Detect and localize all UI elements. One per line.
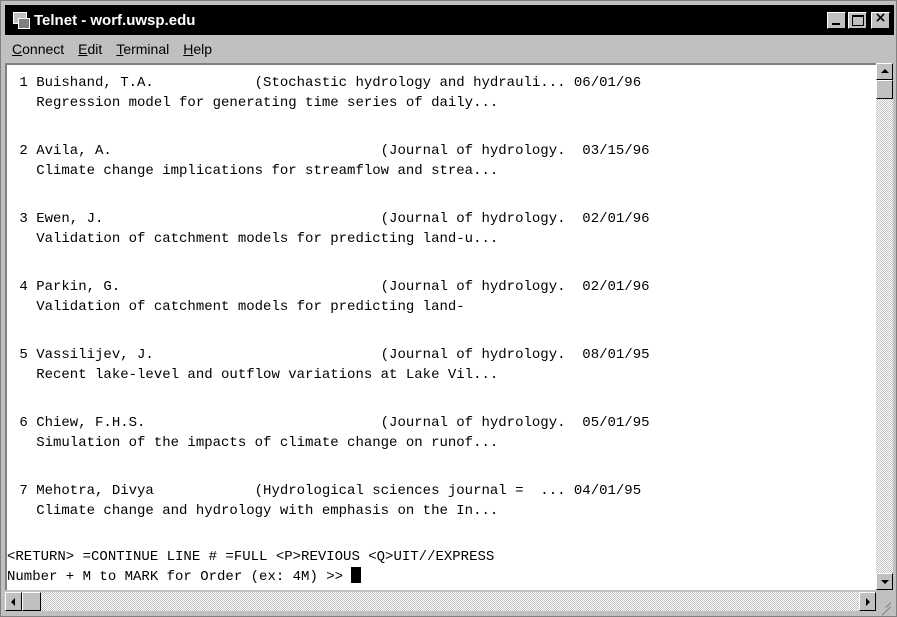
text-cursor	[351, 567, 362, 583]
window-title: Telnet - worf.uwsp.edu	[34, 11, 196, 29]
minimize-icon	[832, 22, 840, 25]
title-bar[interactable]: Telnet - worf.uwsp.edu ×	[5, 5, 894, 35]
term-prompt: Number + M to MARK for Order (ex: 4M) >>	[7, 569, 352, 585]
scroll-up-button[interactable]	[876, 63, 893, 80]
vertical-scroll-thumb[interactable]	[876, 80, 893, 99]
maximize-icon	[852, 14, 864, 26]
term-line: 4 Parkin, G. (Journal of hydrology. 02/0…	[11, 279, 650, 295]
term-line: Climate change implications for streamfl…	[11, 163, 499, 179]
scroll-right-button[interactable]	[859, 592, 876, 611]
close-icon: ×	[874, 9, 887, 26]
horizontal-scrollbar[interactable]	[5, 592, 876, 611]
resize-grip-icon[interactable]	[876, 592, 893, 616]
menu-connect[interactable]: Connect	[5, 41, 71, 57]
term-line: 1 Buishand, T.A. (Stochastic hydrology a…	[11, 75, 642, 91]
arrow-up-icon	[881, 69, 889, 73]
arrow-down-icon	[881, 580, 889, 584]
term-line: 2 Avila, A. (Journal of hydrology. 03/15…	[11, 143, 650, 159]
minimize-button[interactable]	[827, 11, 846, 29]
horizontal-scroll-thumb[interactable]	[22, 592, 41, 611]
term-line: Regression model for generating time ser…	[11, 95, 499, 111]
telnet-window: Telnet - worf.uwsp.edu × Connect Edit Te…	[0, 0, 897, 617]
terminal-screen[interactable]: 1 Buishand, T.A. (Stochastic hydrology a…	[5, 63, 876, 590]
term-line: Validation of catchment models for predi…	[11, 299, 465, 315]
term-line: Simulation of the impacts of climate cha…	[11, 435, 499, 451]
menu-help[interactable]: Help	[176, 41, 219, 57]
term-prompt-line[interactable]: Number + M to MARK for Order (ex: 4M) >>	[7, 567, 362, 587]
term-line: Validation of catchment models for predi…	[11, 231, 499, 247]
menu-bar: Connect Edit Terminal Help	[5, 37, 894, 61]
term-line: 6 Chiew, F.H.S. (Journal of hydrology. 0…	[11, 415, 650, 431]
term-command-help: <RETURN> =CONTINUE LINE # =FULL <P>REVIO…	[7, 549, 495, 565]
telnet-app-icon[interactable]	[11, 11, 30, 29]
maximize-button[interactable]	[848, 11, 867, 29]
term-line: Climate change and hydrology with emphas…	[11, 503, 499, 519]
term-line: Recent lake-level and outflow variations…	[11, 367, 499, 383]
arrow-right-icon	[866, 598, 870, 606]
term-line: 3 Ewen, J. (Journal of hydrology. 02/01/…	[11, 211, 650, 227]
vertical-scrollbar[interactable]	[876, 63, 893, 590]
term-line: 7 Mehotra, Divya (Hydrological sciences …	[11, 483, 642, 499]
menu-terminal[interactable]: Terminal	[109, 41, 176, 57]
close-button[interactable]: ×	[871, 9, 890, 29]
menu-edit[interactable]: Edit	[71, 41, 109, 57]
term-line: 5 Vassilijev, J. (Journal of hydrology. …	[11, 347, 650, 363]
scroll-left-button[interactable]	[5, 592, 22, 611]
arrow-left-icon	[11, 598, 15, 606]
scroll-down-button[interactable]	[876, 573, 893, 590]
